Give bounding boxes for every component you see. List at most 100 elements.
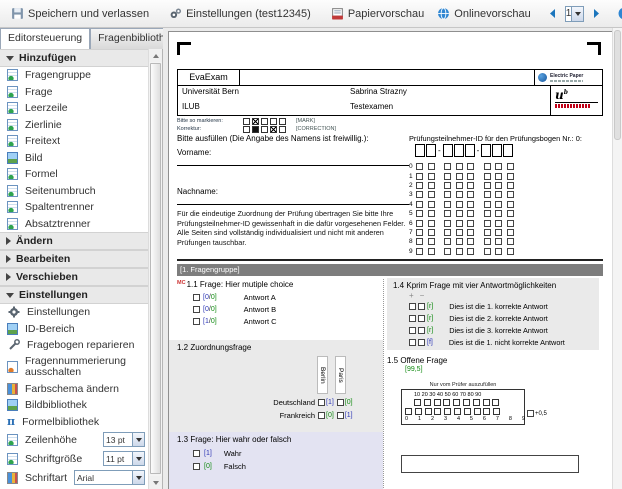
control-label: Zeilenhöhe <box>25 434 77 446</box>
section-einstellungen[interactable]: Einstellungen <box>0 286 149 304</box>
scrollbar-down-button[interactable] <box>149 476 162 489</box>
select-dropdown-button[interactable] <box>132 471 144 484</box>
uni-logo-letter: u <box>555 88 564 102</box>
scrollbar-up-button[interactable] <box>149 49 162 62</box>
score-checkbox <box>493 408 500 415</box>
question-1-2-matching[interactable]: 1.2 Zuordnungsfrage Berlin Paris Deutsch… <box>169 340 383 432</box>
select-dropdown-button[interactable] <box>132 433 144 446</box>
column-separator-icon <box>7 201 18 213</box>
sidebar-item-zierlinie[interactable]: Zierlinie <box>0 117 149 134</box>
page-select-dropdown-button[interactable] <box>571 7 583 21</box>
sidebar-item-einstellungen[interactable]: Einstellungen <box>0 304 149 321</box>
exam-page-preview: EvaExam Electric Paper Universität Bern … <box>168 31 614 489</box>
answer-row: [1/0] Antwort C <box>177 315 377 327</box>
kprim-checkbox <box>418 327 425 334</box>
line-height-icon <box>7 434 18 446</box>
tab-editorsteuerung[interactable]: Editorsteuerung <box>0 28 90 49</box>
question-title: Frage: Hier mutiple choice <box>200 280 293 289</box>
sidebar-item-seitenumbruch[interactable]: Seitenumbruch <box>0 183 149 200</box>
expand-arrow-icon <box>6 237 11 245</box>
online-preview-button[interactable]: Onlinevorschau <box>434 5 533 22</box>
save-icon <box>11 7 24 20</box>
question-number: 1.1 <box>187 280 198 289</box>
sidebar-item-freitext[interactable]: Freitext <box>0 133 149 150</box>
answer-row: [0/0] Antwort A <box>177 292 377 304</box>
wrench-icon <box>7 339 20 352</box>
section-bearbeiten[interactable]: Bearbeiten <box>0 250 149 268</box>
section-verschieben-label: Verschieben <box>16 271 78 283</box>
kprim-checkbox <box>409 339 416 346</box>
question-1-3-true-false[interactable]: 1.3 Frage: Hier wahr oder falsch [1] Wah… <box>169 432 383 489</box>
example-checkbox <box>261 126 268 133</box>
blank-line-icon <box>7 102 18 114</box>
sidebar-item-id-bereich[interactable]: ID-Bereich <box>0 321 149 338</box>
id-digit-checkbox <box>416 191 423 198</box>
question-1-5-open[interactable]: 1.5 Offene Frage [99,5] Nur vom Prüfer a… <box>387 352 599 489</box>
sidebar-item-fragennummerierung[interactable]: Fragennummerierung ausschalten <box>0 354 149 381</box>
online-preview-label: Onlinevorschau <box>454 8 530 20</box>
id-digit-checkbox <box>507 173 514 180</box>
zeilenhoehe-select[interactable]: 13 pt <box>103 432 145 447</box>
answer-label: Wahr <box>224 449 242 458</box>
scrollbar-thumb[interactable] <box>614 30 621 140</box>
half-point-label: +0,5 <box>535 411 547 417</box>
paragraph-separator-icon <box>7 218 18 230</box>
next-page-button[interactable] <box>591 7 601 20</box>
select-dropdown-button[interactable] <box>132 452 144 465</box>
section-aendern[interactable]: Ändern <box>0 232 149 250</box>
canvas-scrollbar[interactable] <box>612 28 622 489</box>
points-annotation: [r] <box>427 315 433 322</box>
page-select[interactable]: 1 <box>565 6 585 22</box>
control-label: Schriftgröße <box>25 453 82 465</box>
sidebar-item-spaltentrenner[interactable]: Spaltentrenner <box>0 199 149 216</box>
arrow-down-icon <box>153 481 159 485</box>
id-digit-checkbox <box>456 210 463 217</box>
schriftart-select[interactable]: Arial <box>74 470 145 485</box>
correction-tag: [CORRECTION] <box>296 126 336 132</box>
sidebar-item-absatztrenner[interactable]: Absatztrenner <box>0 216 149 233</box>
paper-preview-icon <box>331 7 344 20</box>
id-digit-checkbox <box>484 210 491 217</box>
id-digit-checkbox <box>507 191 514 198</box>
kprim-checkbox <box>418 315 425 322</box>
section-hinzufuegen[interactable]: Hinzufügen <box>0 49 149 67</box>
kprim-row: [r] Dies ist die 1. korrekte Antwort <box>393 300 599 312</box>
schriftgroesse-select[interactable]: 11 pt <box>103 451 145 466</box>
scrollbar-thumb[interactable] <box>150 63 161 474</box>
sidebar-item-fragebogen-reparieren[interactable]: Fragebogen reparieren <box>0 337 149 354</box>
sidebar-item-bildbibliothek[interactable]: Bildbibliothek <box>0 397 149 414</box>
examiner-score-area: Nur vom Prüfer auszufüllen 10 20 30 40 5… <box>401 382 525 425</box>
id-digit-row: 3 <box>409 190 518 199</box>
sidebar-item-leerzeile[interactable]: Leerzeile <box>0 100 149 117</box>
sidebar-item-formel[interactable]: Formel <box>0 166 149 183</box>
item-label: Leerzeile <box>25 102 68 114</box>
settings-button[interactable]: Einstellungen (test12345) <box>166 5 314 22</box>
sidebar-item-fragengruppe[interactable]: Fragengruppe <box>0 67 149 84</box>
id-digit-checkbox <box>456 238 463 245</box>
question-group-bar[interactable]: [1. Fragengruppe] <box>177 264 603 276</box>
save-and-exit-label: Speichern und verlassen <box>28 8 149 20</box>
sidebar: Editorsteuerung Fragenbibliothek Hinzufü… <box>0 28 163 489</box>
question-1-1-multiple-choice[interactable]: MC1.1 Frage: Hier mutiple choice [0/0] A… <box>177 280 377 327</box>
item-label: Formel <box>25 168 58 180</box>
points-annotation: [1] <box>345 412 353 419</box>
sidebar-item-bild[interactable]: Bild <box>0 150 149 167</box>
sidebar-scrollbar[interactable] <box>148 49 162 489</box>
paper-preview-button[interactable]: Papiervorschau <box>328 5 427 22</box>
sidebar-item-farbschema[interactable]: Farbschema ändern <box>0 381 149 398</box>
save-and-exit-button[interactable]: Speichern und verlassen <box>8 5 152 22</box>
help-button[interactable]: ? Hilfe <box>615 5 622 22</box>
gear-icon <box>7 306 20 319</box>
sidebar-item-formelbibliothek[interactable]: πFormelbibliothek <box>0 414 149 431</box>
exam-title: Testexamen <box>350 102 393 111</box>
section-verschieben[interactable]: Verschieben <box>0 268 149 286</box>
question-1-4-kprim[interactable]: 1.4 Kprim Frage mit vier Antwortmöglichk… <box>387 278 599 350</box>
previous-page-button[interactable] <box>548 7 558 20</box>
sidebar-item-frage[interactable]: Frage <box>0 84 149 101</box>
id-digit-checkbox <box>444 163 451 170</box>
id-digit-row: 4 <box>409 200 518 209</box>
item-label: Spaltentrenner <box>25 201 94 213</box>
item-label: Bildbibliothek <box>25 399 87 411</box>
control-zeilenhoehe: Zeilenhöhe 13 pt <box>0 430 149 449</box>
kprim-checkbox <box>409 315 416 322</box>
